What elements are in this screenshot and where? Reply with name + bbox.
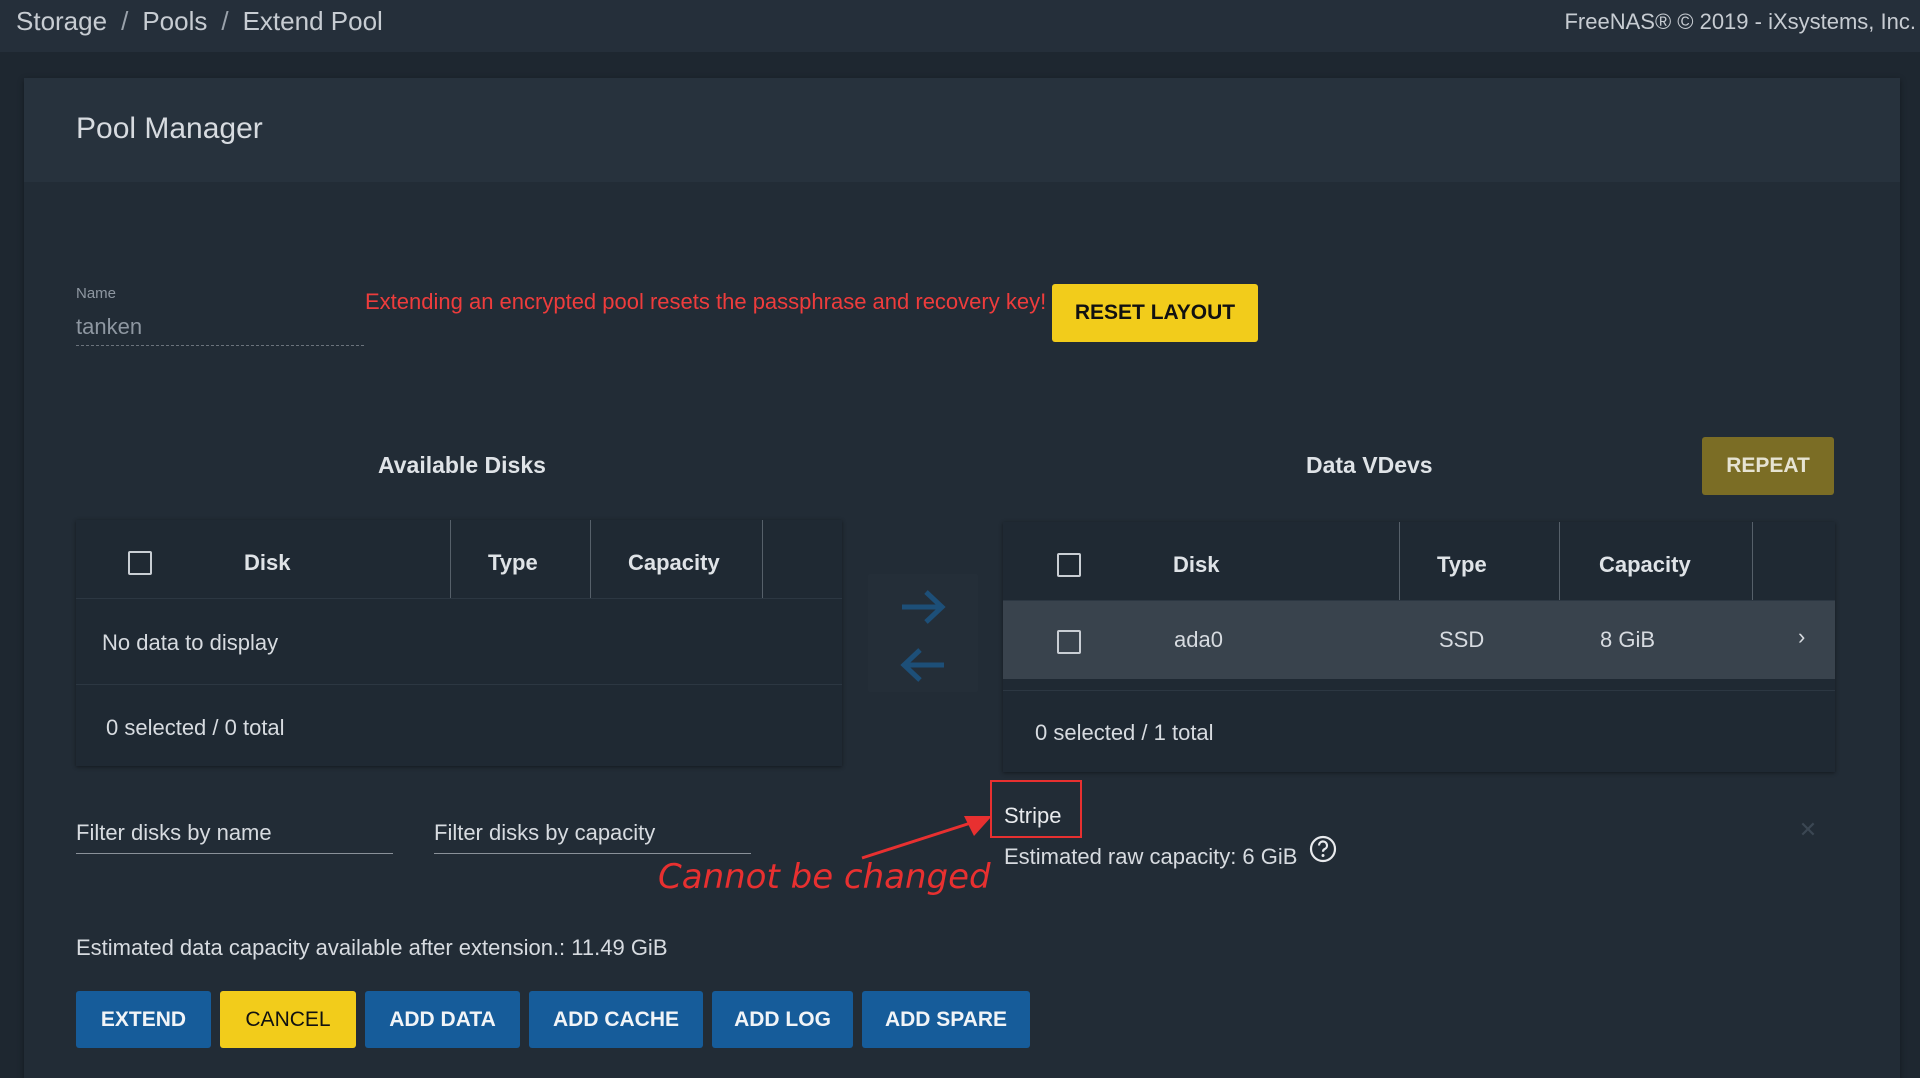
select-all-checkbox[interactable] xyxy=(1057,553,1081,577)
name-label: Name xyxy=(76,285,117,302)
arrow-right-icon[interactable] xyxy=(898,588,948,631)
arrow-left-icon[interactable] xyxy=(898,646,948,689)
add-log-button[interactable]: ADD LOG xyxy=(712,991,853,1048)
data-vdevs-footer: 0 selected / 1 total xyxy=(1035,720,1214,745)
copyright: FreeNAS® © 2019 - iXsystems, Inc. xyxy=(1564,9,1916,34)
move-disk-controls xyxy=(868,574,978,692)
name-field-underline xyxy=(76,345,364,346)
cell-type: SSD xyxy=(1439,627,1485,652)
breadcrumb: Storage / Pools / Extend Pool xyxy=(16,6,383,37)
page-title: Pool Manager xyxy=(76,112,263,145)
close-icon[interactable]: ✕ xyxy=(1760,800,1856,860)
breadcrumb-pools[interactable]: Pools xyxy=(142,6,207,36)
column-divider xyxy=(590,520,591,598)
filter-underline xyxy=(76,853,393,854)
available-disks-title: Available Disks xyxy=(378,452,546,478)
cell-disk: ada0 xyxy=(1174,627,1223,652)
chevron-right-icon[interactable]: › xyxy=(1798,624,1805,650)
available-disks-table: Disk Type Capacity No data to display 0 … xyxy=(76,520,842,766)
empty-message: No data to display xyxy=(102,630,279,655)
add-cache-button[interactable]: ADD CACHE xyxy=(529,991,703,1048)
column-divider xyxy=(762,520,763,598)
column-header-capacity[interactable]: Capacity xyxy=(1599,552,1691,578)
breadcrumb-extend-pool: Extend Pool xyxy=(242,6,383,36)
footer-divider xyxy=(76,684,842,685)
row-checkbox[interactable] xyxy=(1057,630,1081,654)
top-bar: Storage / Pools / Extend Pool FreeNAS® © 201… xyxy=(0,0,1920,52)
footer-divider xyxy=(1003,690,1835,691)
column-divider xyxy=(1752,522,1753,600)
column-divider xyxy=(450,520,451,598)
table-header: Disk Type Capacity xyxy=(1003,522,1835,601)
card-header: Pool Manager xyxy=(24,78,1900,182)
add-data-button[interactable]: ADD DATA xyxy=(365,991,520,1048)
cell-capacity: 8 GiB xyxy=(1600,627,1656,652)
available-disks-footer: 0 selected / 0 total xyxy=(106,715,285,740)
select-all-checkbox[interactable] xyxy=(128,551,152,575)
column-divider xyxy=(1559,522,1560,600)
filter-by-name-input[interactable]: Filter disks by name xyxy=(76,820,272,846)
column-header-disk[interactable]: Disk xyxy=(1173,552,1219,578)
name-field[interactable]: tanken xyxy=(76,314,142,340)
extend-button[interactable]: EXTEND xyxy=(76,991,211,1048)
vdev-layout-select[interactable]: Stripe xyxy=(1004,803,1061,829)
filter-by-capacity-input[interactable]: Filter disks by capacity xyxy=(434,820,655,846)
filter-underline xyxy=(434,853,751,854)
table-header: Disk Type Capacity xyxy=(76,520,842,599)
column-header-capacity[interactable]: Capacity xyxy=(628,550,720,576)
column-header-type[interactable]: Type xyxy=(488,550,538,576)
column-header-type[interactable]: Type xyxy=(1437,552,1487,578)
raw-capacity: Estimated raw capacity: 6 GiB xyxy=(1004,844,1298,869)
annotation-text: Cannot be changed xyxy=(658,857,991,897)
breadcrumb-separator: / xyxy=(121,6,129,36)
data-vdevs-table: Disk Type Capacity ada0 SSD 8 GiB › 0 se… xyxy=(1003,522,1835,772)
help-circle-icon[interactable] xyxy=(1308,834,1338,869)
repeat-button[interactable]: REPEAT xyxy=(1702,437,1834,495)
reset-layout-button[interactable]: RESET LAYOUT xyxy=(1052,284,1258,342)
column-divider xyxy=(1399,522,1400,600)
cancel-button[interactable]: CANCEL xyxy=(220,991,356,1048)
column-header-disk[interactable]: Disk xyxy=(244,550,290,576)
breadcrumb-separator: / xyxy=(221,6,229,36)
breadcrumb-storage[interactable]: Storage xyxy=(16,6,107,36)
data-vdevs-title: Data VDevs xyxy=(1306,452,1433,478)
table-row[interactable]: ada0 SSD 8 GiB › xyxy=(1003,601,1835,679)
add-spare-button[interactable]: ADD SPARE xyxy=(862,991,1030,1048)
estimated-capacity: Estimated data capacity available after … xyxy=(76,935,668,960)
encryption-warning: Extending an encrypted pool resets the p… xyxy=(365,289,1047,314)
